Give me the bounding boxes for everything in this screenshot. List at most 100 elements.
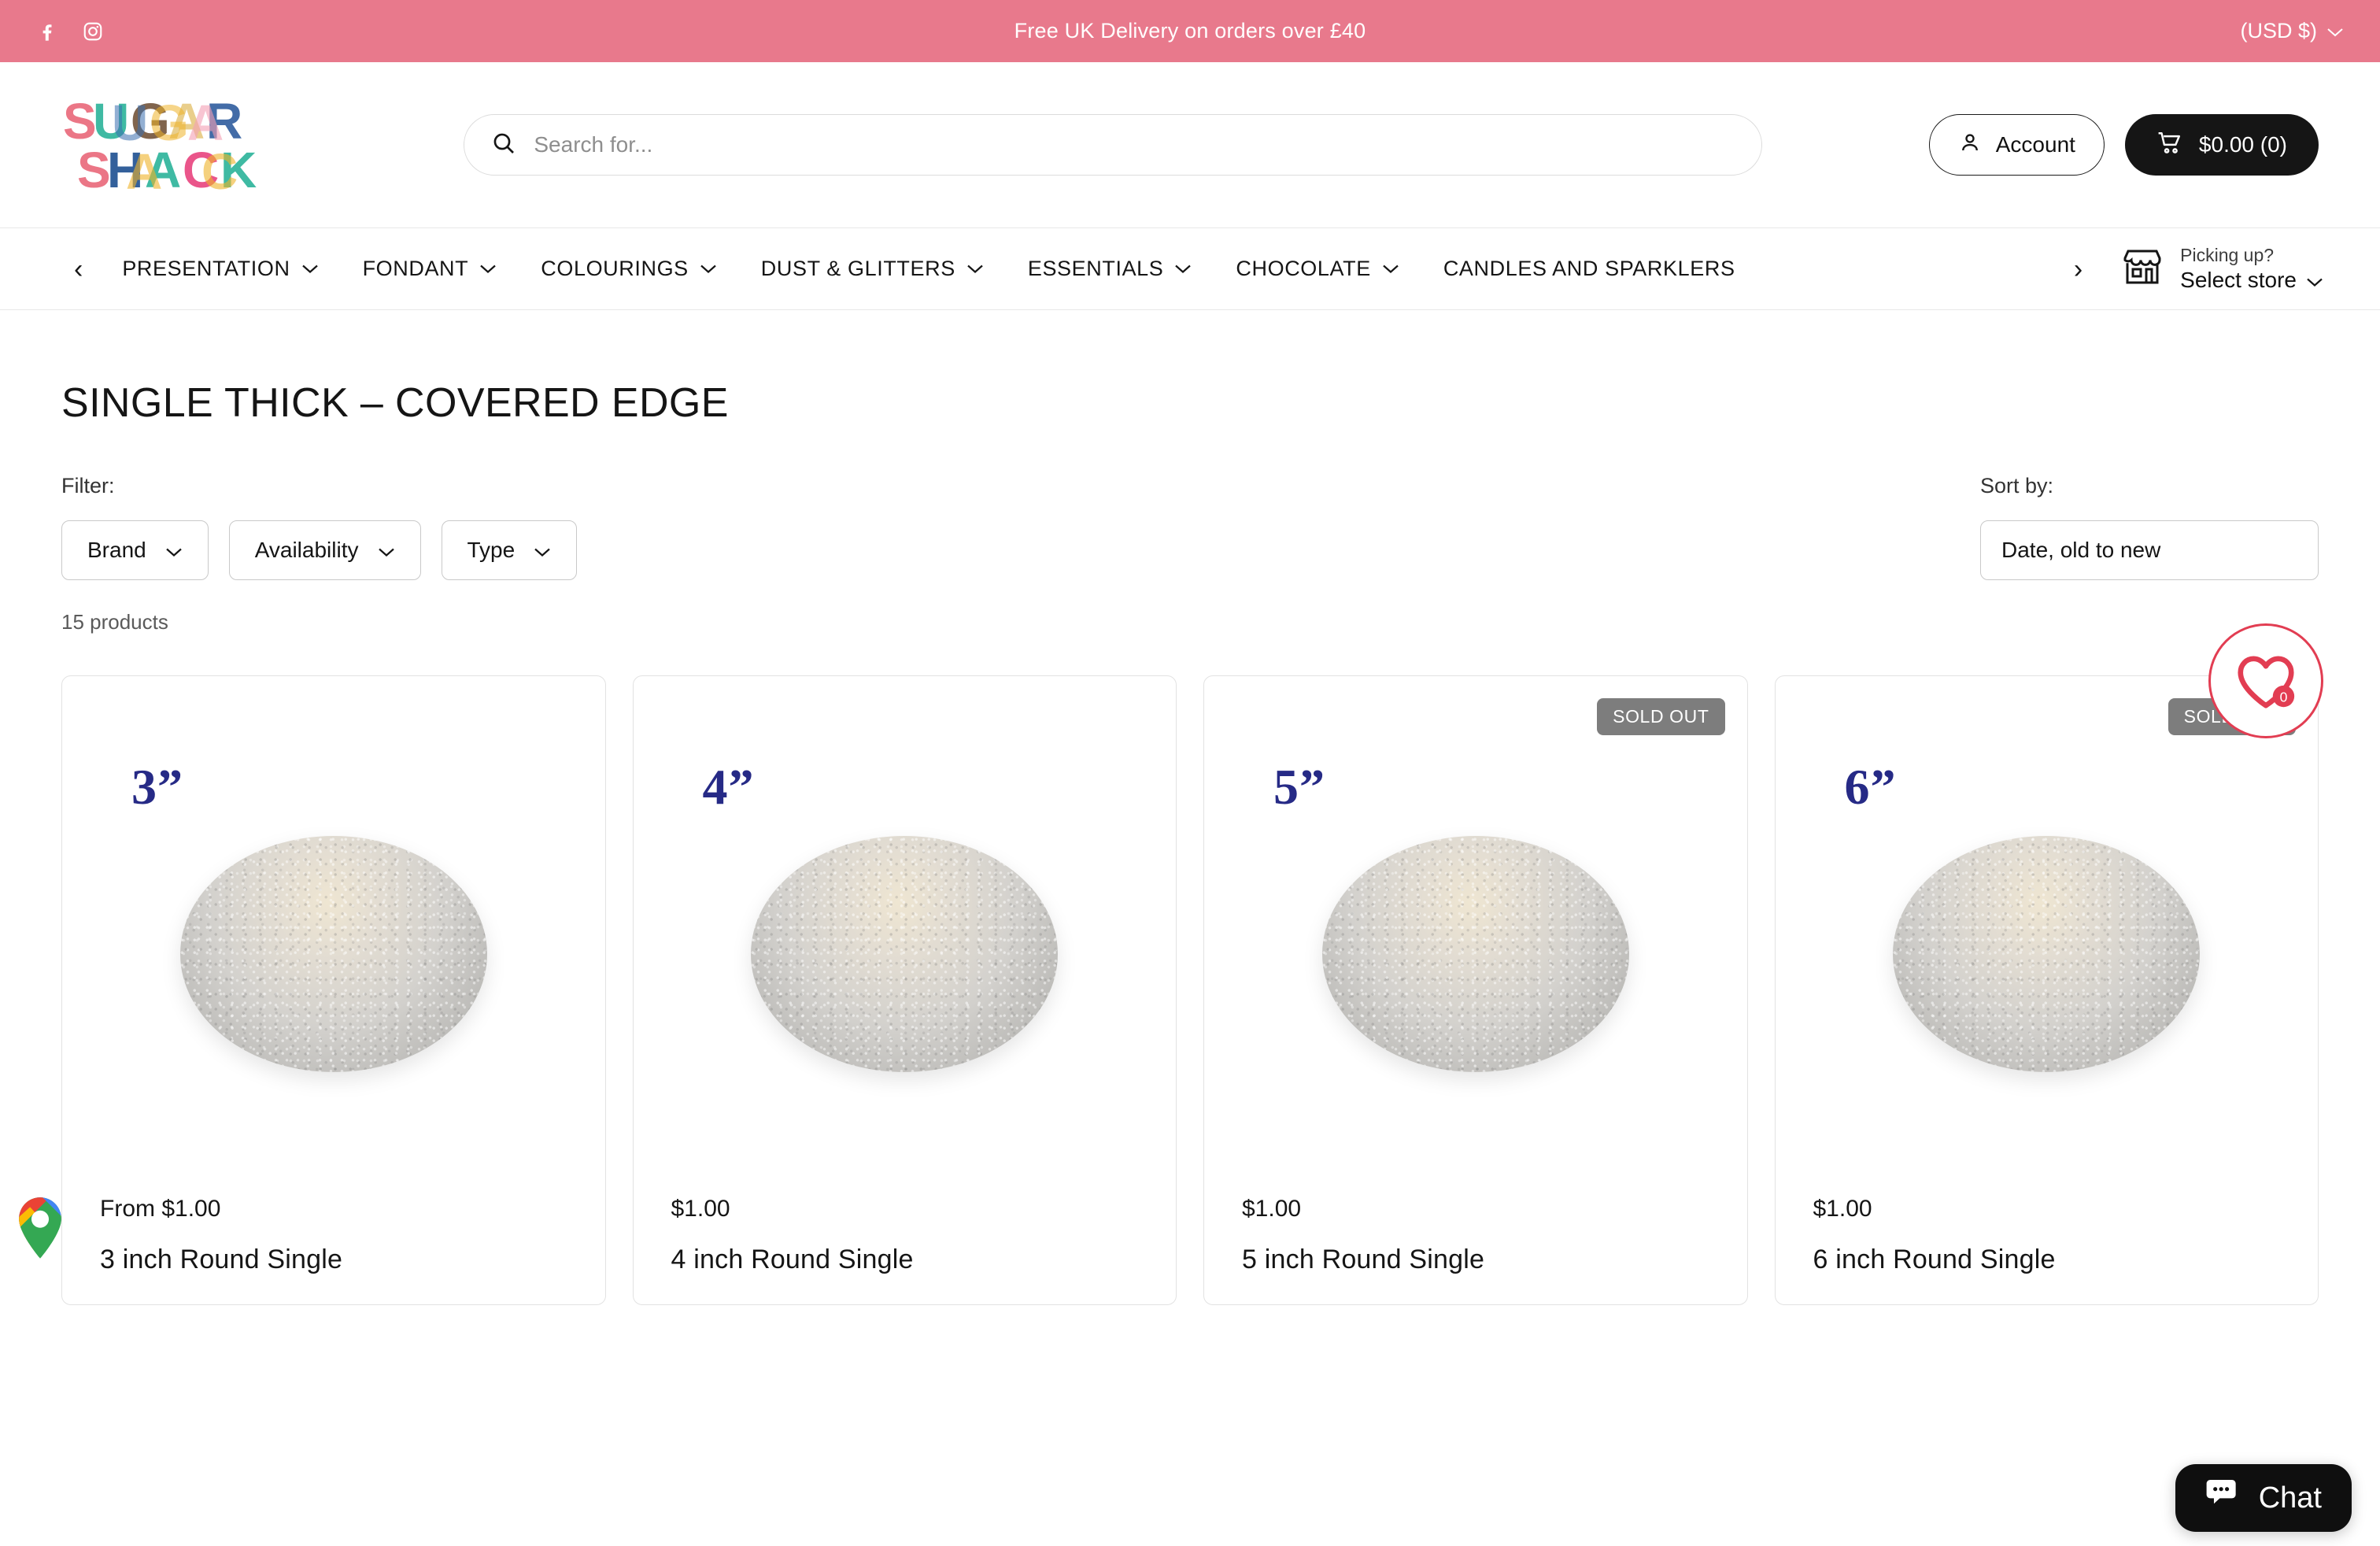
search-icon xyxy=(491,131,516,160)
product-card[interactable]: 3” From $1.00 3 inch Round Single xyxy=(61,675,606,1305)
page-title: SINGLE THICK – COVERED EDGE xyxy=(61,380,729,426)
currency-label: (USD $) xyxy=(2240,19,2317,43)
store-picker[interactable]: Picking up? Select store xyxy=(2120,244,2323,294)
cart-total-label: $0.00 (0) xyxy=(2198,132,2287,157)
product-title[interactable]: 3 inch Round Single xyxy=(100,1243,567,1277)
chevron-down-icon xyxy=(2306,266,2323,294)
product-grid: 3” From $1.00 3 inch Round Single 4” $1.… xyxy=(61,675,2319,1305)
site-header: S U G A R U G A S H A C K A C Search for… xyxy=(0,62,2380,227)
currency-selector[interactable]: (USD $) xyxy=(2240,19,2344,43)
product-image xyxy=(751,836,1059,1072)
chat-label: Chat xyxy=(2258,1481,2322,1515)
search-input[interactable] xyxy=(534,132,1735,157)
pickup-prompt: Picking up? xyxy=(2180,244,2275,265)
chat-widget-button[interactable]: Chat xyxy=(2175,1464,2352,1532)
svg-text:C: C xyxy=(201,143,237,200)
nav-item-presentation[interactable]: PRESENTATION xyxy=(100,257,340,281)
nav-item-candles-and-sparklers[interactable]: CANDLES AND SPARKLERS xyxy=(1421,257,1757,281)
nav-prev-arrow[interactable]: ‹ xyxy=(57,256,100,283)
product-card[interactable]: 4” $1.00 4 inch Round Single xyxy=(632,675,1177,1305)
google-maps-pin-icon[interactable] xyxy=(16,1195,65,1259)
storefront-icon xyxy=(2120,245,2164,293)
nav-label: DUST & GLITTERS xyxy=(760,257,955,280)
wishlist-floating-button[interactable]: 0 xyxy=(2208,623,2323,738)
account-button[interactable]: Account xyxy=(1928,114,2105,176)
chevron-down-icon xyxy=(1382,260,1399,279)
chevron-down-icon xyxy=(966,260,984,279)
chevron-down-icon xyxy=(534,538,551,563)
store-picker-text: Picking up? Select store xyxy=(2180,244,2323,294)
nav-next-arrow[interactable]: › xyxy=(2057,256,2100,283)
collection-page: SINGLE THICK – COVERED EDGE Filter: Bran… xyxy=(0,379,2380,1305)
product-info: From $1.00 3 inch Round Single xyxy=(62,1196,605,1277)
filter-type-button[interactable]: Type xyxy=(441,520,578,580)
filter-availability-label: Availability xyxy=(254,538,359,562)
filter-type-label: Type xyxy=(467,538,516,562)
nav-item-essentials[interactable]: ESSENTIALS xyxy=(1006,257,1214,281)
product-price: From $1.00 xyxy=(100,1196,221,1222)
product-info: $1.00 6 inch Round Single xyxy=(1776,1196,2319,1277)
nav-label: COLOURINGS xyxy=(541,257,689,280)
product-size-label: 6” xyxy=(1844,759,1897,815)
product-title[interactable]: 4 inch Round Single xyxy=(671,1243,1139,1277)
product-media: SOLD OUT 5” xyxy=(1204,676,1747,1196)
product-title[interactable]: 5 inch Round Single xyxy=(1242,1243,1709,1277)
nav-item-colourings[interactable]: COLOURINGS xyxy=(519,257,739,281)
nav-items: PRESENTATION FONDANT COLOURINGS DUST & G… xyxy=(100,257,2056,281)
nav-label: FONDANT xyxy=(362,257,469,280)
nav-item-dust-and-glitters[interactable]: DUST & GLITTERS xyxy=(739,257,1006,281)
filter-group: Filter: Brand Availability Type 15 produ… xyxy=(61,474,578,634)
svg-text:A: A xyxy=(126,143,161,200)
product-card[interactable]: SOLD OUT 5” $1.00 5 inch Round Single xyxy=(1203,675,1748,1305)
nav-label: PRESENTATION xyxy=(122,257,290,280)
filter-availability-button[interactable]: Availability xyxy=(228,520,421,580)
search-area xyxy=(298,114,1929,176)
filter-label: Filter: xyxy=(61,474,115,497)
facebook-icon[interactable] xyxy=(36,20,58,43)
social-links xyxy=(36,20,104,43)
filter-brand-button[interactable]: Brand xyxy=(61,520,209,580)
product-media: 3” xyxy=(62,676,605,1196)
nav-label: CANDLES AND SPARKLERS xyxy=(1443,257,1735,280)
cart-icon xyxy=(2156,130,2183,161)
facets-bar: Filter: Brand Availability Type 15 produ… xyxy=(61,474,2319,634)
product-size-label: 5” xyxy=(1273,759,1325,815)
product-info: $1.00 5 inch Round Single xyxy=(1204,1196,1747,1277)
chevron-down-icon xyxy=(301,260,319,279)
sort-value: Date, old to new xyxy=(2001,538,2161,562)
product-size-label: 4” xyxy=(702,759,755,815)
product-media: 4” xyxy=(634,676,1177,1196)
filter-buttons: Brand Availability Type xyxy=(61,520,578,580)
nav-item-fondant[interactable]: FONDANT xyxy=(341,257,519,281)
product-size-label: 3” xyxy=(131,759,183,815)
product-title[interactable]: 6 inch Round Single xyxy=(1813,1243,2281,1277)
product-price: $1.00 xyxy=(671,1196,730,1222)
product-price: $1.00 xyxy=(1813,1196,1872,1222)
search-box[interactable] xyxy=(464,114,1763,176)
announcement-text: Free UK Delivery on orders over £40 xyxy=(1014,19,1366,43)
nav-item-chocolate[interactable]: CHOCOLATE xyxy=(1214,257,1421,281)
instagram-icon[interactable] xyxy=(82,20,104,43)
site-logo[interactable]: S U G A R U G A S H A C K A C xyxy=(61,90,298,200)
filter-brand-label: Brand xyxy=(87,538,146,562)
announcement-bar: Free UK Delivery on orders over £40 (USD… xyxy=(0,0,2380,62)
product-count: 15 products xyxy=(61,610,168,634)
account-label: Account xyxy=(1995,132,2075,157)
main-navigation: ‹ PRESENTATION FONDANT COLOURINGS DUST &… xyxy=(0,227,2380,310)
sort-label: Sort by: xyxy=(1980,474,2054,497)
pickup-action: Select store xyxy=(2180,266,2323,294)
cart-button[interactable]: $0.00 (0) xyxy=(2124,114,2319,176)
product-media: SOLD OUT 6” xyxy=(1776,676,2319,1196)
product-price: $1.00 xyxy=(1242,1196,1302,1222)
chevron-down-icon xyxy=(378,538,395,563)
sort-select[interactable]: Date, old to new xyxy=(1980,520,2319,580)
product-card[interactable]: SOLD OUT 6” $1.00 6 inch Round Single xyxy=(1774,675,2319,1305)
chevron-down-icon xyxy=(700,260,717,279)
user-icon xyxy=(1958,131,1982,160)
chevron-down-icon xyxy=(2326,19,2344,43)
heart-icon: 0 xyxy=(2238,656,2295,708)
status-badge: SOLD OUT xyxy=(1597,698,1725,735)
nav-label: CHOCOLATE xyxy=(1236,257,1371,280)
product-image xyxy=(1321,836,1629,1072)
chevron-down-icon xyxy=(165,538,183,563)
